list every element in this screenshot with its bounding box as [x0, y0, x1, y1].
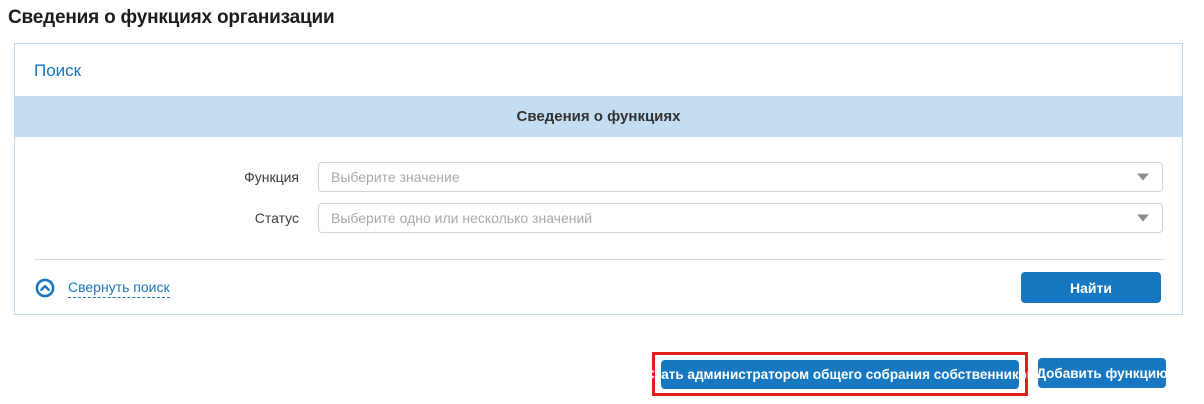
- circle-chevron-up-icon: [35, 278, 55, 298]
- status-field-label: Статус: [15, 203, 299, 233]
- dropdown-arrow-icon[interactable]: [1137, 174, 1149, 181]
- collapse-search-link[interactable]: Свернуть поиск: [35, 278, 170, 298]
- function-field-label: Функция: [15, 162, 299, 192]
- function-select-input[interactable]: [318, 162, 1163, 192]
- section-title-band: Сведения о функциях: [15, 96, 1182, 137]
- collapse-search-label: Свернуть поиск: [68, 279, 170, 298]
- page: Сведения о функциях организации Поиск Св…: [0, 0, 1204, 404]
- status-field: [318, 203, 1163, 233]
- dropdown-arrow-icon[interactable]: [1137, 215, 1149, 222]
- find-button[interactable]: Найти: [1021, 272, 1161, 303]
- section-title: Сведения о функциях: [517, 108, 681, 125]
- status-select-input[interactable]: [318, 203, 1163, 233]
- page-title: Сведения о функциях организации: [8, 7, 334, 29]
- become-admin-button[interactable]: Стать администратором общего собрания со…: [661, 360, 1019, 389]
- function-field: [318, 162, 1163, 192]
- panel-divider: [34, 259, 1165, 260]
- search-panel: Поиск Сведения о функциях Функция Статус…: [14, 43, 1183, 315]
- add-function-button[interactable]: Добавить функцию: [1038, 358, 1166, 388]
- search-panel-header[interactable]: Поиск: [34, 61, 81, 81]
- red-highlight-box: Стать администратором общего собрания со…: [652, 352, 1028, 396]
